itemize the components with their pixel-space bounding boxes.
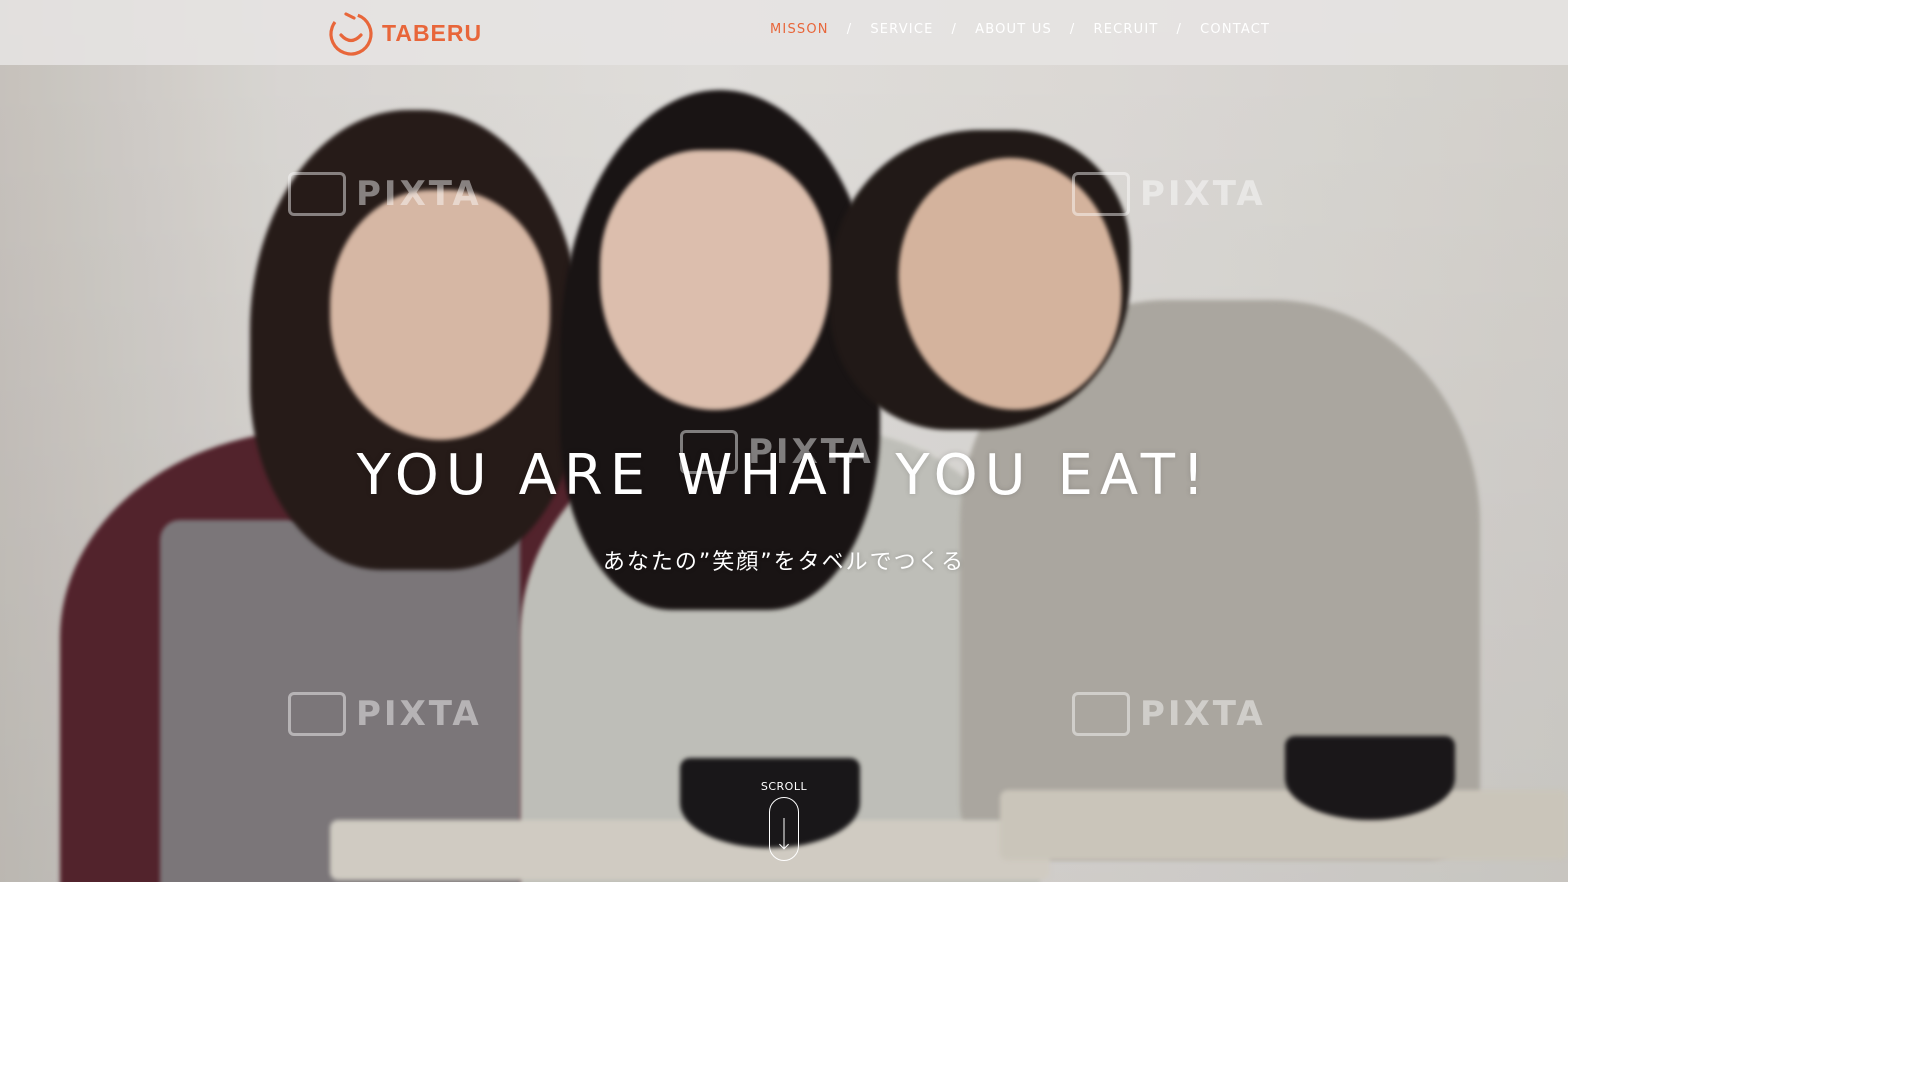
nav-item-recruit[interactable]: RECRUIT bbox=[1094, 22, 1159, 37]
nav-item-service[interactable]: SERVICE bbox=[870, 22, 933, 37]
watermark-logo-icon bbox=[1072, 172, 1130, 216]
scroll-label: SCROLL bbox=[760, 780, 808, 793]
watermark: PIXTA bbox=[1072, 692, 1266, 736]
main-nav: MISSON / SERVICE / ABOUT US / RECRUIT / … bbox=[770, 22, 1270, 37]
smile-logo-icon bbox=[329, 12, 373, 56]
nav-separator: / bbox=[951, 22, 958, 37]
brand-name: TABERU bbox=[382, 19, 483, 46]
nav-item-contact[interactable]: CONTACT bbox=[1200, 22, 1270, 37]
nav-item-about-us[interactable]: ABOUT US bbox=[975, 22, 1052, 37]
scroll-down-icon[interactable] bbox=[769, 797, 799, 861]
brand-logo[interactable]: TABERU bbox=[326, 8, 482, 58]
watermark: PIXTA bbox=[288, 172, 482, 216]
nav-separator: / bbox=[1176, 22, 1183, 37]
hero-headline: YOU ARE WHAT YOU EAT! bbox=[356, 442, 1212, 508]
nav-separator: / bbox=[846, 22, 853, 37]
nav-separator: / bbox=[1069, 22, 1076, 37]
hero-section: PIXTA PIXTA PIXTA PIXTA PIXTA YOU ARE WH… bbox=[0, 0, 1568, 882]
scroll-indicator[interactable]: SCROLL bbox=[744, 780, 824, 865]
nav-item-mission[interactable]: MISSON bbox=[770, 22, 829, 37]
watermark: PIXTA bbox=[288, 692, 482, 736]
arrow-down-icon bbox=[783, 818, 785, 848]
watermark-logo-icon bbox=[288, 692, 346, 736]
watermark: PIXTA bbox=[1072, 172, 1266, 216]
site-header: TABERU MISSON / SERVICE / ABOUT US / REC… bbox=[0, 0, 1568, 65]
hero-subheadline: あなたの”笑顔”をタベルでつくる bbox=[602, 550, 966, 575]
watermark-logo-icon bbox=[1072, 692, 1130, 736]
watermark-logo-icon bbox=[288, 172, 346, 216]
